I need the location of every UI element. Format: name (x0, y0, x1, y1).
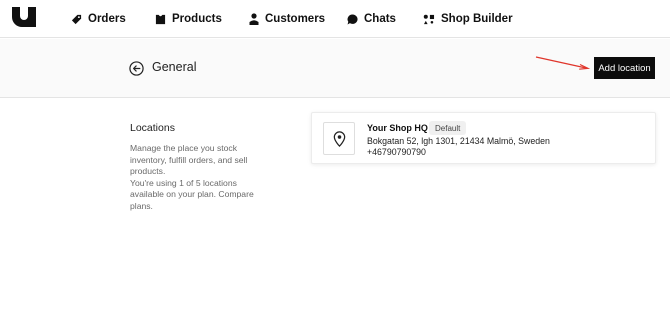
section-plan-usage-text[interactable]: You're using 1 of 5 locations available … (130, 178, 270, 213)
shirt-icon (155, 14, 166, 24)
nav-customers[interactable]: Customers (249, 11, 325, 27)
builder-icon (423, 14, 435, 24)
annotation-arrow (535, 56, 591, 70)
map-pin-icon (333, 130, 345, 147)
location-card[interactable]: Your Shop HQ Default Bokgatan 52, lgh 13… (311, 112, 656, 164)
location-phone: +46790790790 (367, 147, 426, 157)
nav-customers-label: Customers (265, 13, 326, 25)
section-description: Manage the place you stock inventory, fu… (130, 143, 270, 212)
page-title: General (152, 60, 197, 74)
nav-chats[interactable]: Chats (347, 11, 396, 27)
nav-shop-builder-label: Shop Builder (441, 13, 513, 25)
add-location-button[interactable]: Add location (594, 57, 655, 79)
section-description-text: Manage the place you stock inventory, fu… (130, 143, 248, 176)
chat-bubble-icon (347, 14, 358, 24)
nav-products-label: Products (172, 13, 222, 25)
nav-orders[interactable]: Orders (71, 11, 126, 27)
nav-chats-label: Chats (364, 13, 396, 25)
nav-shop-builder[interactable]: Shop Builder (423, 11, 513, 27)
default-badge: Default (429, 121, 467, 135)
location-name: Your Shop HQ (367, 123, 428, 133)
brand-logo[interactable] (12, 7, 36, 27)
page-header: General Add location (0, 39, 670, 98)
top-navigation: Orders Products Customers Chats Shop Bui… (0, 0, 670, 38)
person-icon (249, 13, 259, 25)
arrow-left-circle-icon[interactable] (129, 61, 144, 76)
tag-icon (71, 14, 82, 24)
nav-products[interactable]: Products (155, 11, 222, 27)
nav-orders-label: Orders (88, 13, 126, 25)
section-title: Locations (130, 122, 175, 134)
location-icon-box (323, 122, 355, 155)
location-address: Bokgatan 52, lgh 1301, 21434 Malmö, Swed… (367, 136, 550, 146)
